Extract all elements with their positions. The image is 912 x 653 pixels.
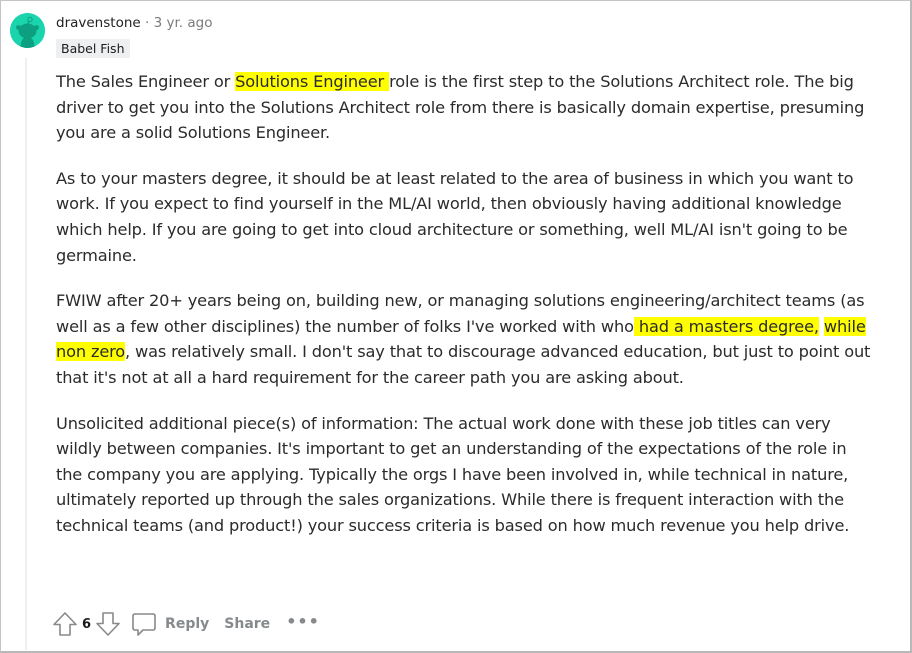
- more-options-button[interactable]: •••: [286, 612, 320, 631]
- upvote-arrow-icon: [53, 612, 77, 636]
- comment-paragraph: Unsolicited additional piece(s) of infor…: [56, 411, 876, 539]
- comment-header: dravenstone · 3 yr. ago: [56, 14, 212, 32]
- paragraph-text: The Sales Engineer or: [56, 72, 236, 91]
- share-button[interactable]: Share: [224, 616, 270, 632]
- comment-body: The Sales Engineer or Solutions Engineer…: [56, 69, 876, 559]
- reply-label: Reply: [165, 616, 210, 632]
- snoo-avatar-icon: [10, 13, 45, 48]
- header-separator: ·: [145, 15, 150, 31]
- vote-count: 6: [82, 616, 92, 632]
- timestamp[interactable]: 3 yr. ago: [154, 15, 213, 31]
- comment-bubble-icon: [132, 613, 156, 636]
- highlighted-text: had a masters degree,: [633, 316, 819, 336]
- reply-button[interactable]: Reply: [131, 611, 209, 637]
- upvote-button[interactable]: [52, 611, 78, 637]
- thread-line[interactable]: [25, 58, 27, 650]
- downvote-arrow-icon: [96, 612, 120, 636]
- comment-paragraph: As to your masters degree, it should be …: [56, 166, 876, 268]
- user-flair: Babel Fish: [56, 39, 130, 58]
- paragraph-text: , was relatively small. I don't say that…: [56, 342, 871, 387]
- highlighted-text: Solutions Engineer: [235, 72, 390, 91]
- comment-actions: 6 Reply Share •••: [52, 610, 320, 638]
- paragraph-text: As to your masters degree, it should be …: [56, 168, 854, 265]
- author-name[interactable]: dravenstone: [56, 15, 141, 31]
- paragraph-text: Unsolicited additional piece(s) of infor…: [56, 413, 850, 535]
- comment-paragraph: The Sales Engineer or Solutions Engineer…: [56, 69, 876, 146]
- avatar[interactable]: [10, 13, 45, 48]
- comment-paragraph: FWIW after 20+ years being on, building …: [56, 288, 876, 390]
- downvote-button[interactable]: [95, 611, 121, 637]
